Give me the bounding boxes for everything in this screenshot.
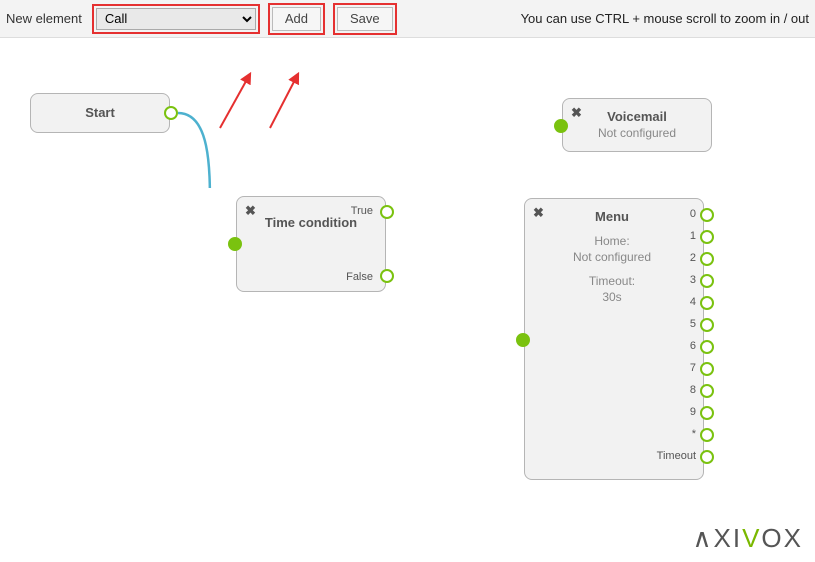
menu-output-label: 7: [690, 362, 696, 374]
port-menu-out[interactable]: [700, 340, 714, 354]
node-menu[interactable]: ✖ Menu Home: Not configured Timeout: 30s…: [524, 198, 704, 480]
menu-output-label: 3: [690, 274, 696, 286]
port-menu-out[interactable]: [700, 450, 714, 464]
port-menu-out[interactable]: [700, 384, 714, 398]
close-icon[interactable]: ✖: [571, 105, 582, 121]
node-menu-title: Menu: [535, 209, 689, 224]
menu-output-label: Timeout: [657, 450, 696, 462]
menu-output-label: 5: [690, 318, 696, 330]
label-false: False: [346, 271, 373, 283]
add-button[interactable]: Add: [272, 7, 321, 31]
port-menu-out[interactable]: [700, 208, 714, 222]
menu-output-label: 9: [690, 406, 696, 418]
port-menu-out[interactable]: [700, 406, 714, 420]
node-time-condition[interactable]: ✖ Time condition True False: [236, 196, 386, 292]
node-time-title: Time condition: [247, 215, 375, 230]
menu-home-value: Not configured: [535, 250, 689, 264]
menu-output-label: 8: [690, 384, 696, 396]
node-voicemail-sub: Not configured: [573, 126, 701, 140]
menu-output-label: 4: [690, 296, 696, 308]
menu-timeout-value: 30s: [535, 290, 689, 304]
port-menu-out[interactable]: [700, 428, 714, 442]
port-menu-in[interactable]: [516, 333, 530, 347]
port-time-false[interactable]: [380, 269, 394, 283]
port-menu-out[interactable]: [700, 318, 714, 332]
node-start-title: Start: [85, 105, 115, 120]
brand-logo: ∧XIVOX: [692, 523, 803, 554]
close-icon[interactable]: ✖: [245, 203, 256, 219]
menu-output-label: 2: [690, 252, 696, 264]
node-voicemail[interactable]: ✖ Voicemail Not configured: [562, 98, 712, 152]
menu-output-label: 6: [690, 340, 696, 352]
element-type-select[interactable]: Call: [96, 8, 256, 30]
toolbar: New element Call Add Save You can use CT…: [0, 0, 815, 38]
close-icon[interactable]: ✖: [533, 205, 544, 221]
port-voicemail-in[interactable]: [554, 119, 568, 133]
port-menu-out[interactable]: [700, 362, 714, 376]
port-menu-out[interactable]: [700, 230, 714, 244]
flow-canvas[interactable]: Start ✖ Time condition True False ✖ Voic…: [0, 38, 815, 562]
highlight-select: Call: [92, 4, 260, 34]
node-voicemail-title: Voicemail: [573, 109, 701, 124]
port-start-out[interactable]: [164, 106, 178, 120]
node-start[interactable]: Start: [30, 93, 170, 133]
highlight-add: Add: [268, 3, 325, 35]
menu-output-label: 0: [690, 208, 696, 220]
port-menu-out[interactable]: [700, 252, 714, 266]
label-true: True: [351, 205, 373, 217]
new-element-label: New element: [6, 11, 82, 26]
menu-output-label: 1: [690, 230, 696, 242]
highlight-save: Save: [333, 3, 397, 35]
zoom-hint: You can use CTRL + mouse scroll to zoom …: [521, 11, 809, 26]
menu-output-label: *: [692, 428, 696, 440]
save-button[interactable]: Save: [337, 7, 393, 31]
menu-timeout-label: Timeout:: [535, 274, 689, 288]
port-time-in[interactable]: [228, 237, 242, 251]
menu-home-label: Home:: [535, 234, 689, 248]
port-menu-out[interactable]: [700, 274, 714, 288]
port-menu-out[interactable]: [700, 296, 714, 310]
port-time-true[interactable]: [380, 205, 394, 219]
